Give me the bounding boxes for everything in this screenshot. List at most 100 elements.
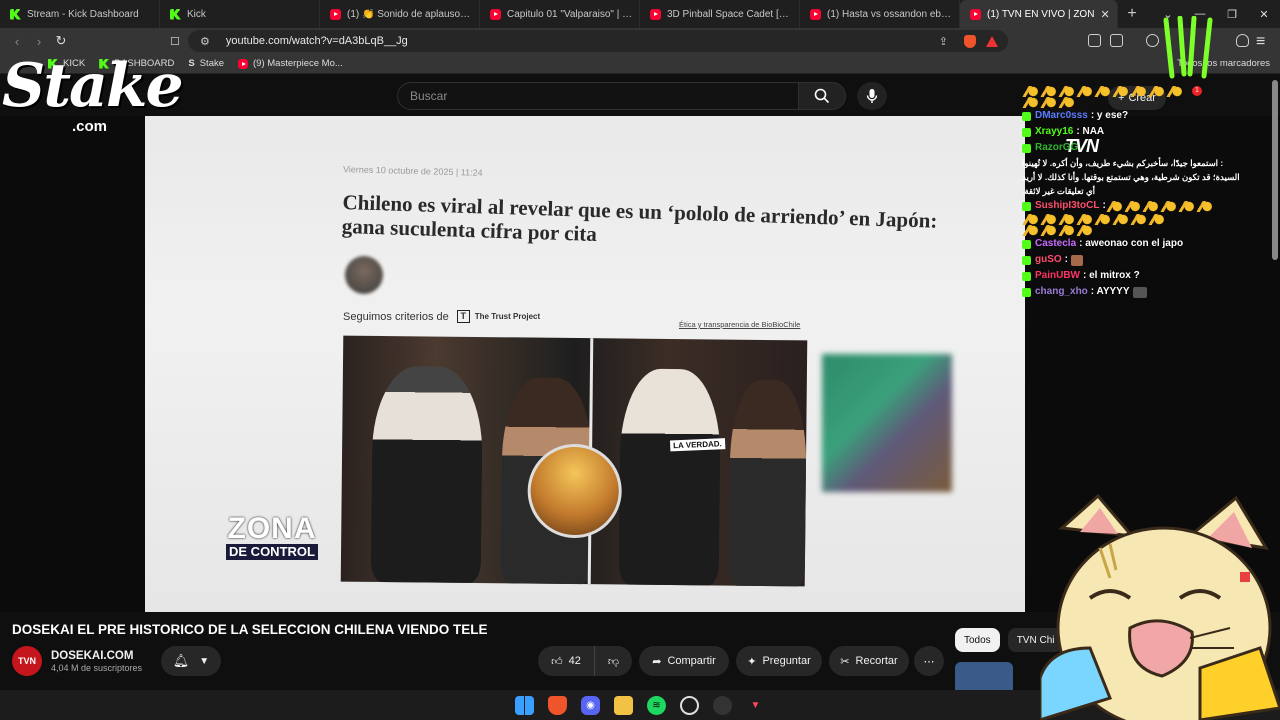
stake-logo-suffix: .com (72, 118, 108, 135)
share-label: Compartir (667, 655, 716, 667)
share-icon[interactable]: ⇪ (939, 35, 948, 48)
screenshot-icon[interactable] (1110, 34, 1123, 47)
chat-emote-row (1022, 86, 1260, 97)
back-icon[interactable]: ‹ (6, 34, 28, 49)
tab-title: Kick (187, 8, 206, 20)
search-button[interactable] (798, 82, 846, 110)
close-window-icon[interactable]: ✕ (1248, 8, 1280, 21)
bookmark-masterpiece[interactable]: (9) Masterpiece Mo... (238, 58, 343, 69)
criteria-text: Seguimos criterios de (343, 310, 449, 323)
bookmark-stake[interactable]: S Stake (188, 58, 224, 69)
kick-badge-icon (1022, 287, 1031, 297)
tab-pinball[interactable]: 3D Pinball Space Cadet [Origin (640, 0, 800, 28)
ethics-link: Ética y transparencia de BioBioChile (679, 320, 801, 329)
new-tab-icon[interactable]: + (1118, 5, 1146, 23)
sparkle-icon: ✦ (747, 655, 757, 668)
stream-chat-overlay: DMarc0sss : y ese? Xrayy16 : NAA RazorGG… (1022, 86, 1260, 300)
share-arrow-icon: ➦ (652, 655, 662, 668)
program-logo-line1: ZONA (227, 512, 317, 545)
chat-username: DMarc0sss (1035, 110, 1088, 121)
bookmark-label: (9) Masterpiece Mo... (253, 58, 343, 69)
emote-icon (1076, 214, 1092, 225)
chat-message: PainUBW : el mitrox ? (1022, 268, 1260, 284)
chip-all[interactable]: Todos (955, 628, 1000, 652)
kick-icon (170, 8, 181, 20)
chat-text: : NAA (1076, 126, 1105, 137)
emote-icon (1148, 86, 1164, 97)
article-headline: Chileno es viral al revelar que es un ‘p… (341, 190, 938, 246)
tab-kick-dashboard[interactable]: Stream - Kick Dashboard (0, 0, 160, 28)
scissors-icon: ✂ (840, 655, 850, 668)
clip-button[interactable]: ✂ Recortar (829, 646, 909, 676)
close-tab-icon[interactable]: ✕ (1100, 8, 1109, 21)
maximize-icon[interactable]: ❐ (1216, 8, 1248, 21)
author-avatar (345, 256, 383, 294)
chat-text: : aweonao con el japo (1079, 238, 1184, 249)
emote-icon (1058, 97, 1074, 108)
obs-icon[interactable] (680, 695, 699, 715)
recommended-video-thumbnail[interactable] (955, 662, 1013, 690)
rewards-icon[interactable] (986, 35, 998, 47)
tab-valparaiso[interactable]: Capitulo 01 "Valparaiso" | Chile (480, 0, 640, 28)
search-input[interactable]: Buscar (397, 82, 799, 110)
voice-search-button[interactable] (857, 82, 887, 110)
chat-username: Castecla (1035, 238, 1077, 249)
search-icon (814, 88, 830, 104)
tab-kick[interactable]: Kick (160, 0, 320, 28)
windows-start-icon[interactable] (515, 695, 534, 715)
folder-icon[interactable] (614, 695, 633, 715)
dislike-button[interactable]: 👎︎ (594, 646, 632, 676)
emote-icon (1177, 200, 1194, 212)
forward-icon[interactable]: › (28, 34, 50, 49)
chat-emote-row (1022, 97, 1260, 108)
tab-hasta[interactable]: (1) Hasta vs ossandon ebrios (800, 0, 960, 28)
emote-icon (1022, 97, 1038, 108)
share-button[interactable]: ➦ Compartir (639, 646, 729, 676)
menu-icon[interactable]: ≡ (1256, 33, 1265, 51)
youtube-icon (970, 8, 981, 20)
bookmark-icon[interactable]: ☐ (170, 35, 180, 48)
brave-shield-icon[interactable] (964, 34, 976, 48)
emote-icon (1159, 200, 1176, 212)
discord-icon[interactable]: ◉ (581, 695, 600, 715)
youtube-icon (238, 58, 249, 69)
chat-message: Xrayy16 : NAA (1022, 124, 1260, 140)
address-bar[interactable]: ☐ ⚙ youtube.com/watch?v=dA3bLqB__Jg ⇪ (170, 30, 1008, 52)
video-title: DOSEKAI EL PRE HISTORICO DE LA SELECCION… (12, 622, 488, 637)
spotify-icon[interactable]: ≋ (647, 695, 666, 715)
chevron-down-icon: ▼ (199, 655, 210, 667)
url-text: youtube.com/watch?v=dA3bLqB__Jg (225, 35, 408, 47)
youtube-icon (330, 8, 341, 20)
reload-icon[interactable]: ↻ (50, 33, 72, 49)
chat-username: RazorGG (1035, 142, 1079, 153)
tab-aplausos[interactable]: (1) 👏 Sonido de aplausos y g (320, 0, 480, 28)
sunset-circle (527, 443, 623, 539)
article-criteria: Seguimos criterios de T The Trust Project (343, 310, 540, 323)
emote-icon (1040, 86, 1056, 97)
tab-tvn-active[interactable]: (1) TVN EN VIVO | ZON ✕ (960, 0, 1118, 28)
article-image: LA VERDAD. (340, 335, 808, 587)
extensions-icon[interactable] (1088, 34, 1101, 47)
app-icon[interactable] (713, 695, 732, 715)
brave-icon[interactable] (548, 695, 567, 715)
kick-icon (10, 8, 21, 20)
like-count: 42 (568, 655, 581, 667)
valorant-icon[interactable]: ▼ (746, 696, 765, 715)
channel-info[interactable]: TVN DOSEKAI.COM 4,04 M de suscriptores (12, 646, 142, 676)
ask-button[interactable]: ✦ Preguntar (736, 646, 822, 676)
emote-icon (1076, 225, 1092, 236)
chat-text: : AYYYY (1090, 286, 1130, 297)
site-settings-icon[interactable]: ⚙ (200, 35, 210, 48)
emote-icon (1195, 200, 1212, 212)
channel-name[interactable]: DOSEKAI.COM (51, 650, 142, 662)
subscription-bell-button[interactable]: 🔔︎ ▼ (161, 646, 221, 676)
emote-icon (1112, 214, 1128, 225)
more-actions-button[interactable]: ⋯ (914, 646, 944, 676)
wallet-icon[interactable] (1236, 34, 1249, 47)
like-button[interactable]: 👍︎ 42 (538, 646, 594, 676)
channel-avatar[interactable]: TVN (12, 646, 42, 676)
chat-text: : استمعوا جيدًا، سأخبركم بشيء طريف، وأن … (1022, 158, 1240, 196)
stake-logo: Stake .com (2, 56, 184, 138)
page-scrollbar[interactable] (1272, 80, 1278, 260)
music-icon[interactable] (1146, 34, 1159, 47)
